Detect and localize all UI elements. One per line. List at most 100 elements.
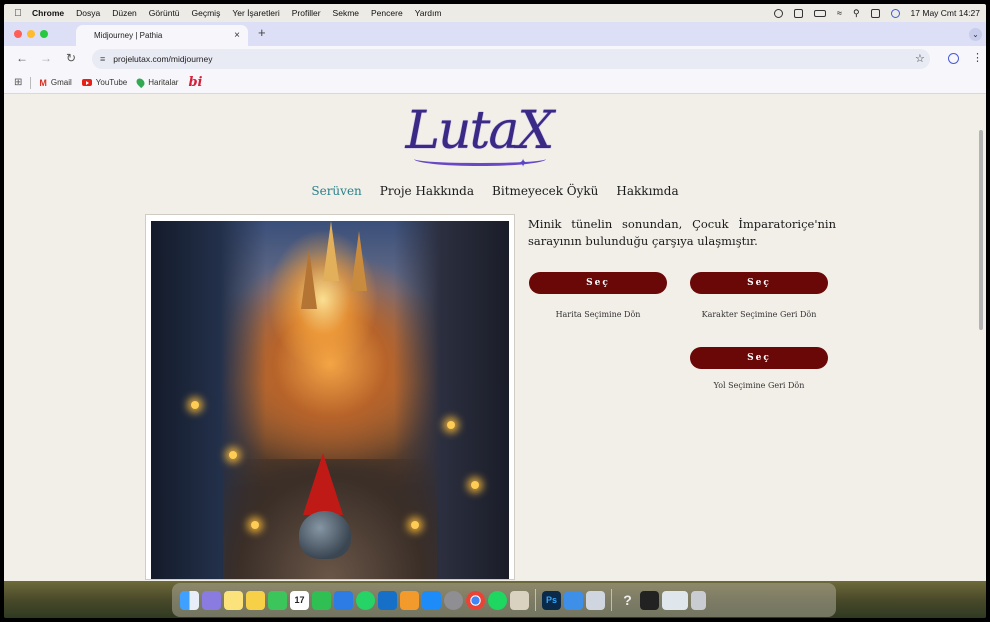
choose-button-path[interactable]: Seç [690, 347, 828, 369]
menu-gecmis[interactable]: Geçmiş [192, 8, 221, 18]
logo-sparkle-icon: ✦ [518, 156, 529, 170]
dock-divider [611, 589, 612, 611]
bookmark-label: YouTube [95, 78, 128, 87]
control-center-icon[interactable] [870, 8, 880, 18]
notes-icon[interactable] [224, 590, 243, 610]
bookmark-star-icon[interactable]: ☆ [915, 52, 925, 65]
image-palace-spire [323, 221, 339, 281]
zoom-window-button[interactable] [40, 30, 48, 38]
activity-monitor-icon[interactable] [640, 590, 659, 610]
menu-yer-isaretleri[interactable]: Yer İşaretleri [232, 8, 279, 18]
menu-goruntu[interactable]: Görüntü [149, 8, 180, 18]
bookmark-haritalar[interactable]: Haritalar [135, 76, 179, 89]
menu-dosya[interactable]: Dosya [76, 8, 100, 18]
address-bar[interactable]: ≡ projelutax.com/midjourney [92, 49, 930, 69]
preview-icon[interactable] [586, 590, 605, 610]
site-info-icon[interactable]: ≡ [100, 54, 105, 64]
window-icon[interactable] [794, 8, 803, 18]
bookmarks-divider [30, 76, 32, 89]
numbers-icon[interactable] [312, 590, 331, 610]
bookmark-bi[interactable]: bi [188, 75, 202, 90]
battery-icon[interactable] [814, 9, 826, 17]
image-lantern [471, 481, 479, 489]
tab-strip: Midjourney | Pathia × + ⌄ [4, 22, 986, 46]
dock-divider [535, 589, 536, 611]
calendar-icon[interactable]: 17 [290, 590, 309, 610]
image-palace-spire [301, 249, 317, 309]
finder-icon[interactable] [180, 590, 199, 610]
bookmark-youtube[interactable]: YouTube [81, 78, 128, 87]
screen:  Chrome Dosya Düzen Görüntü Geçmiş Yer … [4, 4, 986, 618]
choose-button-map[interactable]: Seç [529, 272, 667, 294]
settings-icon[interactable] [444, 590, 463, 610]
facetime-icon[interactable] [268, 590, 287, 610]
image-lantern [447, 421, 455, 429]
profile-icon[interactable] [948, 53, 959, 64]
bookmark-gmail[interactable]: M Gmail [39, 78, 71, 88]
unknown-app-icon[interactable]: ? [618, 591, 637, 610]
new-tab-button[interactable]: + [258, 25, 266, 40]
image-lantern [411, 521, 419, 529]
stickies-icon[interactable] [246, 590, 265, 610]
more-menu-icon[interactable]: ⋮ [972, 51, 983, 64]
menu-pencere[interactable]: Pencere [371, 8, 403, 18]
outlook-icon[interactable] [378, 590, 397, 610]
app-store-icon[interactable] [422, 590, 441, 610]
apps-grid-icon[interactable]: ⊞ [14, 77, 22, 88]
web-page: LutaX ✦ Serüven Proje Hakkında Bitmeyece… [4, 94, 986, 581]
nav-bitmeyecek-oyku[interactable]: Bitmeyecek Öykü [492, 184, 598, 198]
close-tab-icon[interactable]: × [234, 30, 240, 41]
wifi-icon[interactable]: ≈ [837, 8, 842, 18]
photoshop-icon[interactable]: Ps [542, 590, 561, 610]
chrome-icon[interactable] [466, 590, 485, 610]
spotlight-icon[interactable]: ⚲ [853, 8, 860, 19]
gmail-icon: M [39, 77, 47, 88]
minimize-window-button[interactable] [27, 30, 35, 38]
forward-icon[interactable]: → [40, 51, 52, 65]
menu-profiller[interactable]: Profiller [292, 8, 321, 18]
image-gnome-hat [303, 453, 343, 515]
story-text: Minik tünelin sonundan, Çocuk İmparatori… [528, 217, 836, 248]
nav-seruven[interactable]: Serüven [311, 184, 361, 198]
menu-duzen[interactable]: Düzen [112, 8, 137, 18]
story-image [151, 221, 509, 579]
trash-icon[interactable] [691, 590, 706, 610]
reload-icon[interactable]: ↻ [66, 51, 76, 65]
site-nav: Serüven Proje Hakkında Bitmeyecek Öykü H… [4, 184, 986, 198]
nav-proje-hakkinda[interactable]: Proje Hakkında [380, 184, 474, 198]
whatsapp-icon[interactable] [356, 590, 375, 610]
notebook-icon[interactable] [510, 590, 529, 610]
menu-yardim[interactable]: Yardım [415, 8, 442, 18]
image-gnome-body [299, 511, 351, 559]
active-tab[interactable]: Midjourney | Pathia × [76, 25, 248, 46]
tab-title: Midjourney | Pathia [94, 31, 163, 40]
image-lantern [191, 401, 199, 409]
keynote-icon[interactable] [334, 590, 353, 610]
menubar-status-area: ≈ ⚲ 17 May Cmt 14:27 [774, 4, 980, 22]
menu-sekme[interactable]: Sekme [333, 8, 359, 18]
tab-search-icon[interactable]: ⌄ [969, 28, 982, 41]
launchpad-icon[interactable] [202, 590, 221, 610]
back-icon[interactable]: ← [16, 51, 28, 65]
close-window-button[interactable] [14, 30, 22, 38]
nav-hakkimda[interactable]: Hakkımda [616, 184, 678, 198]
page-scrollbar[interactable] [976, 94, 986, 581]
screen-record-icon[interactable] [774, 8, 783, 18]
siri-icon[interactable] [890, 8, 900, 18]
bookmarks-bar: ⊞ M Gmail YouTube Haritalar bi [4, 72, 986, 94]
finder-window-icon[interactable] [564, 590, 583, 610]
menu-app-name[interactable]: Chrome [32, 8, 64, 18]
spotify-icon[interactable] [488, 590, 507, 610]
mac-dock: 17 Ps ? [172, 583, 836, 617]
menubar-clock[interactable]: 17 May Cmt 14:27 [911, 8, 980, 18]
site-logo[interactable]: LutaX ✦ [404, 96, 555, 178]
caption-map-return: Harita Seçimine Dön [555, 310, 641, 319]
scrollbar-thumb[interactable] [979, 130, 983, 330]
image-palace-spire [351, 231, 367, 291]
choose-button-character[interactable]: Seç [690, 272, 828, 294]
downloads-stack-icon[interactable] [662, 590, 688, 610]
story-image-frame [145, 214, 515, 580]
pages-icon[interactable] [400, 590, 419, 610]
bookmark-label: Haritalar [148, 78, 179, 87]
apple-icon[interactable]:  [4, 8, 32, 19]
